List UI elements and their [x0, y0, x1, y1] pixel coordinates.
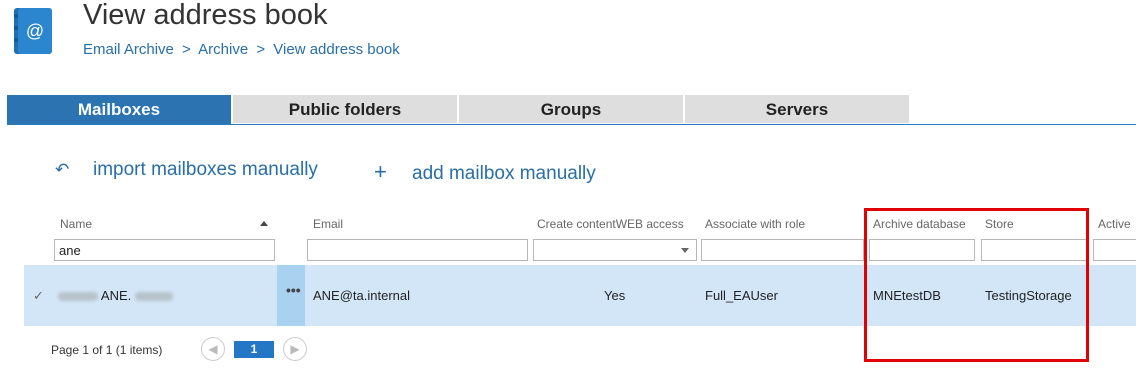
breadcrumb-separator: >	[256, 41, 266, 58]
more-options-icon[interactable]: •••	[286, 282, 301, 298]
email-filter-input[interactable]	[307, 239, 528, 261]
active-filter-input[interactable]	[1093, 239, 1136, 261]
import-mailboxes-label: import mailboxes manually	[93, 159, 318, 180]
undo-arrow-icon: ↶	[55, 160, 70, 179]
tab-public-folders[interactable]: Public folders	[233, 95, 457, 123]
plus-icon: +	[374, 159, 387, 184]
name-filter-input[interactable]: ane	[54, 239, 275, 261]
row-name-visible: ANE.	[100, 288, 132, 303]
chevron-down-icon[interactable]	[681, 248, 689, 253]
breadcrumb: Email Archive > Archive > View address b…	[83, 41, 404, 58]
add-mailbox-label: add mailbox manually	[412, 163, 596, 184]
add-mailbox-button[interactable]: + add mailbox manually	[374, 159, 596, 185]
previous-page-icon[interactable]: ◀	[201, 337, 225, 361]
redacted-text	[58, 292, 98, 302]
role-filter-input[interactable]	[701, 239, 864, 261]
import-mailboxes-button[interactable]: ↶ import mailboxes manually	[55, 159, 318, 181]
highlight-box	[864, 208, 1089, 362]
access-filter-select[interactable]	[533, 239, 697, 261]
pager-summary: Page 1 of 1 (1 items)	[51, 343, 163, 357]
svg-text:@: @	[26, 21, 44, 41]
breadcrumb-separator: >	[182, 41, 191, 58]
column-header-name[interactable]: Name	[60, 217, 92, 231]
column-header-access[interactable]: Create contentWEB access	[537, 217, 684, 231]
column-header-role[interactable]: Associate with role	[705, 217, 805, 231]
column-header-active[interactable]: Active	[1098, 217, 1131, 231]
redacted-text	[134, 292, 173, 302]
row-check-icon[interactable]: ✓	[33, 288, 44, 304]
tab-bar: Mailboxes Public folders Groups Servers	[7, 95, 1136, 125]
row-role-cell[interactable]: Full_EAUser	[705, 288, 778, 303]
breadcrumb-current: View address book	[273, 41, 400, 58]
column-header-email[interactable]: Email	[313, 217, 343, 231]
tab-groups[interactable]: Groups	[459, 95, 683, 123]
tab-servers[interactable]: Servers	[685, 95, 909, 123]
row-access-cell[interactable]: Yes	[604, 288, 625, 303]
address-book-icon: @	[12, 6, 56, 56]
sort-ascending-icon[interactable]	[260, 221, 268, 226]
next-page-icon[interactable]: ▶	[283, 337, 307, 361]
page-number-button[interactable]: 1	[234, 341, 274, 358]
page-title: View address book	[83, 0, 328, 31]
row-email-cell[interactable]: ANE@ta.internal	[313, 288, 410, 303]
tab-mailboxes[interactable]: Mailboxes	[7, 95, 231, 124]
breadcrumb-email-archive[interactable]: Email Archive	[83, 41, 174, 58]
breadcrumb-archive[interactable]: Archive	[198, 41, 248, 58]
row-name-cell[interactable]: ANE.	[58, 288, 173, 303]
